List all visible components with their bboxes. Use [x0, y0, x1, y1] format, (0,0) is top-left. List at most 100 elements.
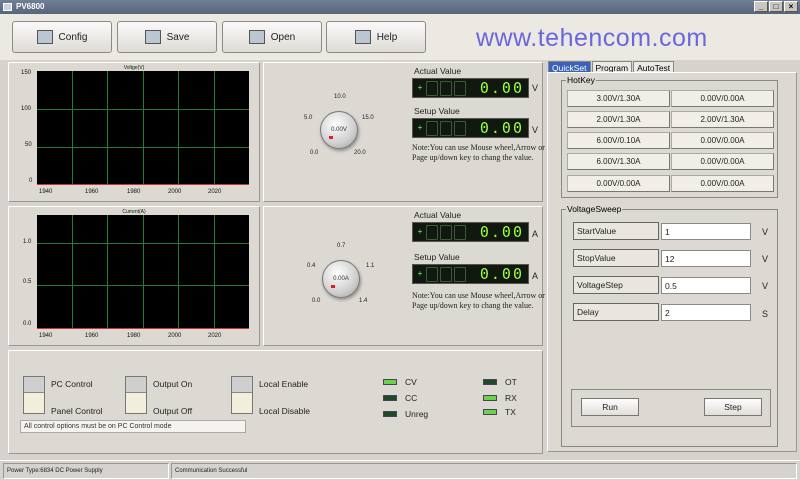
voltage-knob-value: 0.00V — [331, 127, 347, 133]
dial-scale-label: 0.7 — [337, 243, 346, 249]
hotkey-button[interactable]: 2.00V/1.30A — [567, 111, 670, 128]
pc-control-switch[interactable] — [23, 376, 45, 414]
cc-label: CC — [405, 393, 418, 403]
voltage-unit: V — [532, 83, 539, 93]
current-actual-display: + 0.00 — [412, 222, 529, 242]
minimize-button[interactable]: _ — [754, 1, 768, 12]
panel-control-label: Panel Control — [51, 406, 103, 416]
ot-indicator — [483, 379, 497, 385]
hotkey-button[interactable]: 0.00V/0.00A — [671, 132, 774, 149]
x-tick: 1940 — [39, 333, 53, 339]
hotkey-button[interactable]: 3.00V/1.30A — [567, 90, 670, 107]
close-button[interactable]: × — [784, 1, 798, 12]
voltage-step-label: VoltageStep — [573, 276, 659, 294]
dial-scale-label: 0.0 — [310, 150, 319, 156]
voltage-setup-display[interactable]: + 0.00 — [412, 118, 529, 138]
dial-scale-label: 5.0 — [304, 115, 313, 121]
actual-value-label: Actual Value — [414, 66, 462, 76]
current-unit: A — [532, 229, 539, 239]
x-tick: 2020 — [208, 189, 222, 195]
control-panel — [8, 350, 543, 454]
hotkey-button[interactable]: 0.00V/0.00A — [671, 175, 774, 192]
current-knob-value: 0.00A — [333, 276, 349, 282]
power-type-status: Power Type:6834 DC Power Supply — [3, 463, 169, 479]
dial-scale-label: 0.0 — [312, 298, 321, 304]
rx-label: RX — [505, 393, 517, 403]
current-actual-digits: 0.00 — [479, 223, 524, 241]
voltage-setup-digits: 0.00 — [479, 119, 524, 137]
status-bar: Power Type:6834 DC Power Supply Communic… — [0, 460, 800, 480]
start-value-label: StartValue — [573, 222, 659, 240]
current-chart-plot — [37, 215, 249, 329]
voltage-sweep-title: VoltageSweep — [566, 204, 623, 214]
output-switch[interactable] — [125, 376, 147, 414]
local-disable-label: Local Disable — [259, 406, 311, 416]
y-tick: 100 — [21, 106, 32, 112]
rx-indicator — [483, 395, 497, 401]
y-tick: 0 — [29, 178, 33, 184]
tx-label: TX — [505, 407, 516, 417]
hotkey-button[interactable]: 0.00V/0.00A — [671, 153, 774, 170]
open-button[interactable]: Open — [222, 21, 322, 53]
x-tick: 2020 — [208, 333, 222, 339]
save-button[interactable]: Save — [117, 21, 217, 53]
output-on-label: Output On — [153, 379, 193, 389]
hotkey-button[interactable]: 0.00V/0.00A — [567, 175, 670, 192]
voltage-knob[interactable]: 0.00V — [320, 111, 358, 149]
pc-control-label: PC Control — [51, 379, 93, 389]
y-tick: 150 — [21, 70, 32, 76]
cv-indicator — [383, 379, 397, 385]
start-value-unit: V — [762, 227, 769, 237]
voltage-step-input[interactable] — [661, 277, 751, 294]
unreg-label: Unreg — [405, 409, 429, 419]
delay-label: Delay — [573, 303, 659, 321]
hotkey-button[interactable]: 2.00V/1.30A — [671, 111, 774, 128]
folder-icon — [248, 30, 265, 44]
dial-scale-label: 1.4 — [359, 298, 368, 304]
hotkey-button[interactable]: 6.00V/0.10A — [567, 132, 670, 149]
control-info-text: All control options must be on PC Contro… — [20, 420, 246, 433]
dial-scale-label: 20.0 — [354, 150, 366, 156]
local-switch[interactable] — [231, 376, 253, 414]
run-button[interactable]: Run — [581, 398, 639, 416]
actual-value-label: Actual Value — [414, 210, 462, 220]
x-tick: 1980 — [127, 333, 141, 339]
stop-value-unit: V — [762, 254, 769, 264]
maximize-button[interactable]: □ — [769, 1, 783, 12]
setup-value-label: Setup Value — [414, 106, 460, 116]
knob-pointer — [331, 285, 335, 288]
config-button[interactable]: Config — [12, 21, 112, 53]
voltage-trace — [37, 184, 249, 185]
current-knob[interactable]: 0.00A — [322, 260, 360, 298]
setup-value-label: Setup Value — [414, 252, 460, 262]
unreg-indicator — [383, 411, 397, 417]
hotkey-button[interactable]: 0.00V/0.00A — [671, 90, 774, 107]
help-button[interactable]: Help — [326, 21, 426, 53]
delay-input[interactable] — [661, 304, 751, 321]
window-title: PV6800 — [16, 2, 45, 11]
voltage-actual-digits: 0.00 — [479, 79, 524, 97]
current-unit: A — [532, 271, 539, 281]
dial-scale-label: 15.0 — [362, 115, 374, 121]
dial-scale-label: 0.4 — [307, 263, 316, 269]
save-icon — [144, 30, 161, 44]
stop-value-input[interactable] — [661, 250, 751, 267]
start-value-input[interactable] — [661, 223, 751, 240]
x-tick: 1980 — [127, 189, 141, 195]
hotkey-button[interactable]: 6.00V/1.30A — [567, 153, 670, 170]
step-button[interactable]: Step — [704, 398, 762, 416]
config-icon — [36, 30, 53, 44]
voltage-control-panel: 10.0 5.0 15.0 0.0 20.0 0.00V Actual Valu… — [263, 62, 545, 202]
x-tick: 1940 — [39, 189, 53, 195]
voltage-chart-plot — [37, 71, 249, 185]
dial-scale-label: 1.1 — [366, 263, 375, 269]
y-tick: 1.0 — [23, 239, 32, 245]
voltage-step-unit: V — [762, 281, 769, 291]
voltage-actual-display: + 0.00 — [412, 78, 529, 98]
current-setup-display[interactable]: + 0.00 — [412, 264, 529, 284]
tx-indicator — [483, 409, 497, 415]
x-tick: 1960 — [85, 189, 99, 195]
voltage-chart-panel: Voltge(V) 150 100 50 0 1940 1960 1980 20… — [8, 62, 260, 202]
hotkey-title: HotKey — [566, 75, 596, 85]
local-enable-label: Local Enable — [259, 379, 309, 389]
